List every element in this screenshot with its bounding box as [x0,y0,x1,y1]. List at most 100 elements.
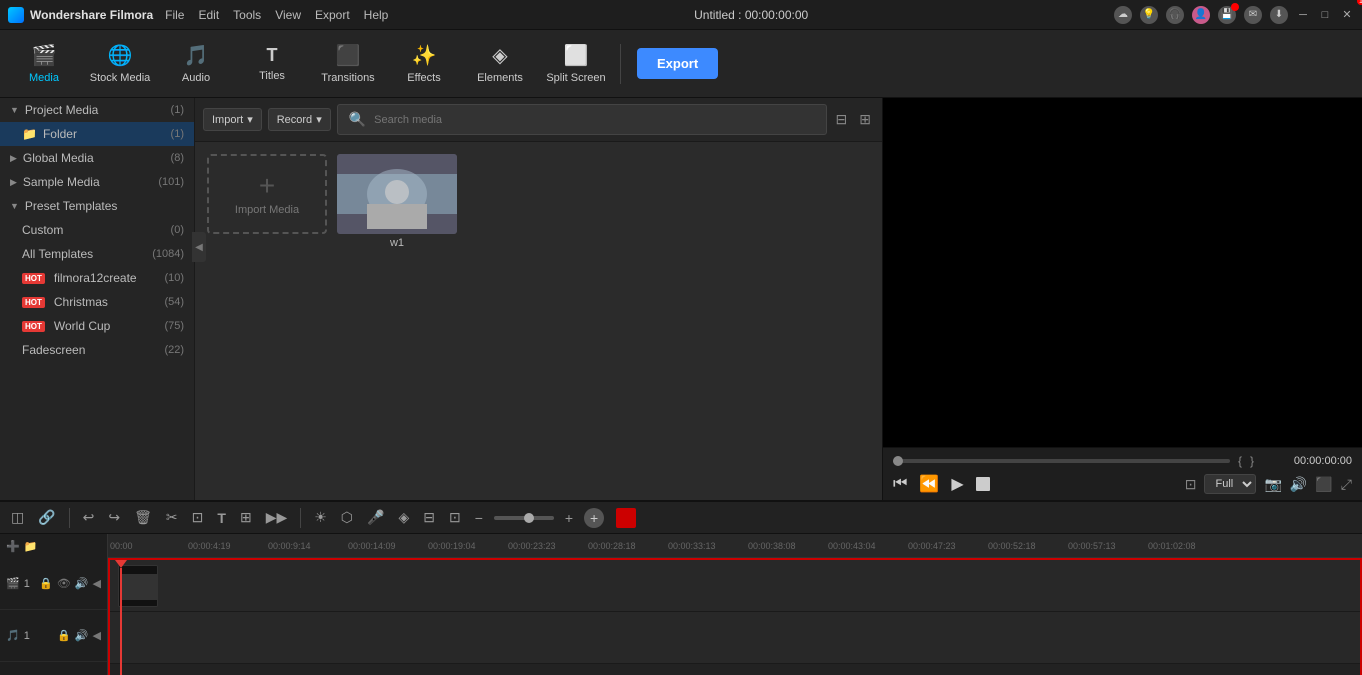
audio-track-area[interactable] [110,612,1360,664]
menu-bar: File Edit Tools View Export Help [165,8,388,22]
track-collapse-button2[interactable]: ◀ [93,629,101,642]
sidebar-item-sample-media[interactable]: ▶ Sample Media (101) [0,170,194,194]
cut-button[interactable]: ✂ [163,506,181,529]
volume-icon[interactable]: 🔊 [1290,476,1307,493]
media-item-w1[interactable]: w1 [337,154,457,249]
folder-icon: 📁 [22,127,37,141]
color-button[interactable]: ☀ [311,506,330,529]
search-input[interactable] [374,114,817,126]
toolbar-elements[interactable]: ◈ Elements [464,35,536,93]
quality-selector[interactable]: Full [1204,474,1256,494]
sticker-button[interactable]: ◈ [395,506,412,529]
toolbar-titles[interactable]: T Titles [236,35,308,93]
fit-icon[interactable]: ⊡ [1185,476,1197,493]
text-button[interactable]: T [214,507,229,529]
menu-edit[interactable]: Edit [198,8,219,22]
user-avatar[interactable]: 👤 [1192,6,1210,24]
zoom-out-button[interactable]: − [472,507,486,529]
toolbar-stock-media[interactable]: 🌐 Stock Media [84,35,156,93]
toolbar-audio[interactable]: 🎵 Audio [160,35,232,93]
adjust-button[interactable]: ⊞ [237,506,255,529]
menu-file[interactable]: File [165,8,184,22]
headset-icon[interactable]: 🎧 [1166,6,1184,24]
sidebar-item-custom[interactable]: Custom (0) [0,218,194,242]
media-icon: 🎬 [32,43,57,68]
sidebar-item-filmora12create[interactable]: HOT filmora12create (10) [0,266,194,290]
fullscreen-icon[interactable]: ⤢ [1341,476,1352,493]
import-media-button[interactable]: + Import Media [207,154,327,234]
playhead[interactable] [120,560,122,675]
progress-bar-wrap: { } 00:00:00:00 [893,454,1352,468]
add-track-icon2[interactable]: 📁 [24,540,38,553]
video-clip[interactable] [118,565,158,607]
sidebar-item-folder[interactable]: 📁 Folder (1) [0,122,194,146]
toolbar-transitions[interactable]: ⬛ Transitions [312,35,384,93]
undo-button[interactable]: ↩ [80,506,98,529]
sidebar-item-preset-templates[interactable]: ▼ Preset Templates [0,194,194,218]
sidebar-item-all-templates[interactable]: All Templates (1084) [0,242,194,266]
video-track-area[interactable] [110,560,1360,612]
speed-button[interactable]: ▶▶ [263,506,291,529]
voice-button[interactable]: 🎤 [364,506,387,529]
import-dropdown[interactable]: Import ▾ [203,108,262,131]
snap-button[interactable]: ◫ [8,506,27,529]
track-collapse-button[interactable]: ◀ [93,577,101,590]
export-frame-icon[interactable]: ⬛ [1315,476,1332,493]
delete-button[interactable]: 🗑 [131,506,155,529]
add-track-icon[interactable]: ➕ [6,540,20,553]
sidebar-item-world-cup[interactable]: HOT World Cup (75) [0,314,194,338]
mail-icon[interactable]: ✉1 [1244,6,1262,24]
link-button[interactable]: 🔗 [35,506,58,529]
menu-export[interactable]: Export [315,8,350,22]
grid-view-icon[interactable]: ⊞ [856,108,874,131]
sidebar-item-global-media[interactable]: ▶ Global Media (8) [0,146,194,170]
cloud-icon[interactable]: ☁ [1114,6,1132,24]
skip-back-button[interactable]: ⏮ [893,475,907,493]
bracket-left[interactable]: { [1238,454,1242,468]
stabilize-button[interactable]: ⬡ [338,506,356,529]
screenshot-icon[interactable]: 📷 [1264,476,1281,493]
mosaic-button[interactable]: ⊟ [420,506,438,529]
close-button[interactable]: ✕ [1340,8,1354,22]
stop-button[interactable] [976,477,990,491]
split-screen-icon: ⬜ [564,43,589,68]
sidebar-item-christmas[interactable]: HOT Christmas (54) [0,290,194,314]
save-icon[interactable]: 💾 [1218,6,1236,24]
bulb-icon[interactable]: 💡 [1140,6,1158,24]
zoom-in-button[interactable]: + [562,507,576,529]
zoom-slider[interactable] [494,516,554,520]
progress-thumb[interactable] [893,456,903,466]
ruler-mark-9: 00:00:43:04 [828,541,876,551]
minimize-button[interactable]: ─ [1296,8,1310,22]
sidebar-item-project-media[interactable]: ▼ Project Media (1) [0,98,194,122]
track-mute-button2[interactable]: 🔊 [75,629,89,642]
play-button[interactable]: ▶ [951,474,963,494]
progress-bar[interactable] [893,459,1230,463]
redo-button[interactable]: ↪ [105,506,123,529]
track-volume-button[interactable]: 🔊 [75,577,89,590]
download-icon[interactable]: ⬇ [1270,6,1288,24]
export-button[interactable]: Export [637,48,718,79]
record-dropdown[interactable]: Record ▾ [268,108,331,131]
toolbar-split-screen[interactable]: ⬜ Split Screen [540,35,612,93]
track-mute-button[interactable]: 👁 [57,577,71,590]
bracket-right[interactable]: } [1250,454,1254,468]
menu-tools[interactable]: Tools [233,8,261,22]
toolbar-media[interactable]: 🎬 Media [8,35,80,93]
filter-icon[interactable]: ⊟ [833,108,851,131]
sidebar-item-fadescreen[interactable]: Fadescreen (22) [0,338,194,362]
collapse-panel-button[interactable]: ◀ [192,232,206,262]
maximize-button[interactable]: □ [1318,8,1332,22]
video-track-controls: 🔒 👁 🔊 ◀ [39,577,101,590]
menu-help[interactable]: Help [364,8,389,22]
menu-view[interactable]: View [275,8,301,22]
crop-button[interactable]: ⊡ [189,506,207,529]
frame-back-button[interactable]: ⏪ [919,474,939,494]
add-track-button[interactable]: + [584,508,604,528]
toolbar-effects[interactable]: ✨ Effects [388,35,460,93]
pip-button[interactable]: ⊡ [446,506,464,529]
chevron-right-icon: ▶ [10,153,17,164]
track-lock-button2[interactable]: 🔒 [57,629,71,642]
ruler-mark-8: 00:00:38:08 [748,541,796,551]
track-lock-button[interactable]: 🔒 [39,577,53,590]
